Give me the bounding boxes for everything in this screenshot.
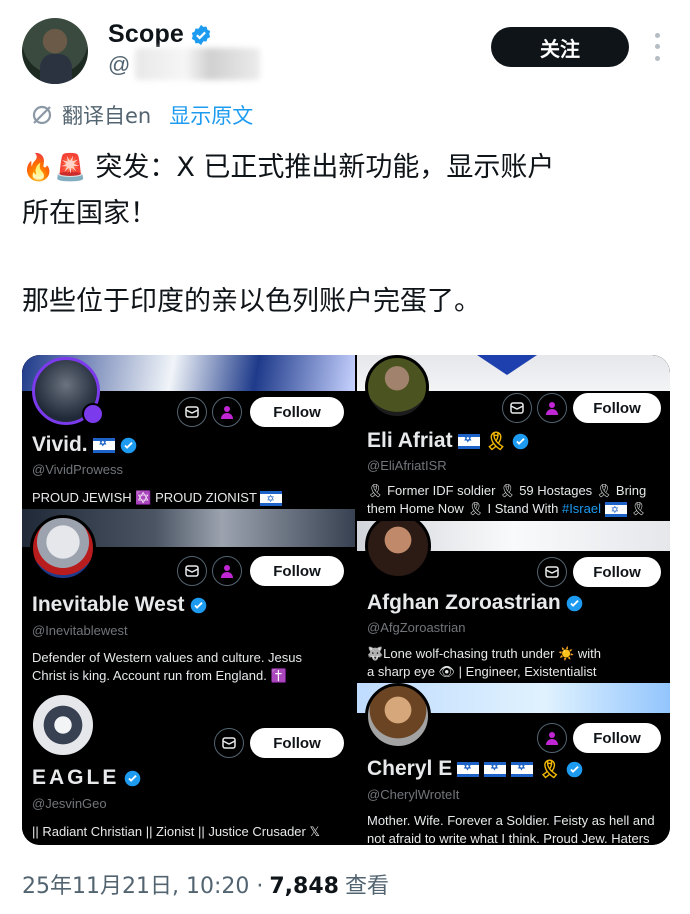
card-name-text: Vivid. (32, 433, 88, 456)
card-name-text: Eli Afriat (367, 429, 453, 452)
card-handle: @Inevitablewest (32, 623, 128, 638)
card-name: Afghan Zoroastrian (367, 591, 583, 615)
inevitable-west-avatar[interactable] (30, 515, 96, 581)
verified-badge-icon (191, 24, 211, 45)
hashtag-link[interactable]: #Israel (562, 501, 601, 516)
card-name: Vivid. (32, 433, 137, 457)
follow-cheryl-e-button[interactable]: Follow (573, 723, 661, 753)
author-avatar[interactable] (22, 18, 88, 84)
card-bio-text: them Home Now 🎗 I Stand With (367, 501, 562, 516)
profile-card-cheryl-e: Follow Cheryl E 🎗 @CherylWroteIt Mother.… (357, 683, 670, 845)
follow-eagle-button[interactable]: Follow (250, 728, 344, 758)
cheryl-e-avatar[interactable] (365, 683, 431, 749)
israel-flag-icon (511, 761, 534, 777)
card-name-text: Cheryl E (367, 757, 453, 780)
yellow-ribbon-icon: 🎗 (538, 758, 562, 779)
card-bio-text: PROUD JEWISH ✡️ PROUD ZIONIST (32, 490, 257, 505)
profile-card-inevitable-west: Follow Inevitable West @Inevitablewest D… (22, 509, 355, 684)
verified-badge-icon (566, 595, 582, 611)
israel-flag-icon (260, 491, 283, 507)
tweet-text-line-2: 所在国家！ (22, 198, 157, 229)
card-bio-line-2: them Home Now 🎗 I Stand With #Israel 🎗 (367, 500, 647, 519)
yellow-ribbon-icon: 🎗 (484, 430, 508, 451)
israel-flag-icon (457, 433, 480, 449)
verified-badge-icon (566, 761, 583, 777)
card-handle: @EliAfriatISR (367, 458, 447, 473)
subscribe-icon[interactable] (537, 393, 567, 423)
follow-afghan-zoroastrian-button[interactable]: Follow (573, 557, 661, 587)
card-bio-line-1: 🎗 Former IDF soldier 🎗 59 Hostages 🎗 Bri… (367, 483, 647, 498)
verified-badge-icon (190, 597, 206, 613)
card-bio-line-2: a sharp eye 👁 | Engineer, Existentialist (367, 664, 597, 679)
author-name-row: Scope (108, 20, 212, 49)
follow-eli-afriat-button[interactable]: Follow (573, 393, 661, 423)
verified-badge-icon (513, 433, 529, 449)
message-icon[interactable] (537, 557, 567, 587)
verified-badge-icon (125, 770, 141, 786)
card-handle: @AfgZoroastrian (367, 620, 466, 635)
card-bio-line-1: 🐺Lone wolf-chasing truth under ☀️ with (367, 646, 601, 661)
translation-row: 翻译自en 显示原文 (30, 100, 253, 130)
tweet-text-line-1: 🔥🚨 突发：X 已正式推出新功能，显示账户 (22, 150, 554, 186)
message-icon[interactable] (214, 728, 244, 758)
eagle-avatar[interactable] (30, 692, 96, 758)
message-icon[interactable] (177, 556, 207, 586)
tweet-text-1: 突发：X 已正式推出新功能，显示账户 (95, 152, 555, 183)
card-handle: @JesvinGeo (32, 796, 107, 811)
card-handle: @VividProwess (32, 462, 123, 477)
handle-redaction (135, 48, 260, 80)
card-bio-line-2: not afraid to write what I think. Proud … (367, 831, 650, 845)
card-name: Eli Afriat 🎗 (367, 429, 529, 453)
timestamp[interactable]: 25年11月21日, 10:20 · (22, 868, 263, 900)
message-icon[interactable] (502, 393, 532, 423)
tweet-text-line-3: 那些位于印度的亲以色列账户完蛋了。 (22, 286, 481, 317)
verified-badge-icon (120, 437, 136, 453)
follow-button[interactable]: 关注 (491, 27, 629, 67)
israel-flag-icon (484, 761, 507, 777)
card-bio-line-2: Christ is king. Account run from England… (32, 668, 287, 683)
card-bio-line-1: Mother. Wife. Forever a Soldier. Feisty … (367, 813, 655, 828)
card-name-text: Afghan Zoroastrian (367, 591, 561, 614)
more-options-icon[interactable] (649, 30, 665, 64)
translate-icon (32, 105, 52, 125)
israel-flag-icon (92, 437, 115, 453)
fire-siren-emoji: 🔥🚨 (22, 153, 87, 183)
profile-card-eli-afriat: Follow Eli Afriat 🎗 @EliAfriatISR 🎗 Form… (357, 355, 670, 519)
israel-flag-icon (604, 502, 627, 519)
card-bio-text: 🎗 (626, 501, 647, 516)
card-name-text: Inevitable West (32, 593, 185, 616)
message-icon[interactable] (177, 397, 207, 427)
card-bio: PROUD JEWISH ✡️ PROUD ZIONIST (32, 489, 283, 507)
follow-vivid-button[interactable]: Follow (250, 397, 344, 427)
card-name: Inevitable West (32, 593, 207, 617)
author-display-name[interactable]: Scope (108, 20, 184, 49)
translated-from-label: 翻译自en (62, 104, 152, 128)
card-name: Cheryl E 🎗 (367, 757, 583, 781)
profile-card-afghan-zoroastrian: Follow Afghan Zoroastrian @AfgZoroastria… (357, 521, 670, 681)
follow-inevitable-west-button[interactable]: Follow (250, 556, 344, 586)
profile-card-vivid: Follow Vivid. @VividProwess PROUD JEWISH… (22, 355, 355, 507)
author-handle[interactable]: @ (108, 52, 130, 78)
subscribe-icon[interactable] (212, 397, 242, 427)
profile-card-eagle: Follow EAGLE @JesvinGeo || Radiant Chris… (22, 686, 355, 845)
tweet-meta: 25年11月21日, 10:20 · 7,848 查看 (22, 868, 389, 900)
card-name-text: EAGLE (32, 766, 120, 789)
israel-flag-icon (457, 761, 480, 777)
card-name: EAGLE (32, 766, 141, 790)
afghan-zoroastrian-avatar[interactable] (365, 521, 431, 579)
subscribe-icon[interactable] (212, 556, 242, 586)
view-count: 7,848 (269, 874, 339, 899)
eli-afriat-avatar[interactable] (365, 355, 429, 419)
card-bio-line-1: Defender of Western values and culture. … (32, 650, 303, 665)
profile-cards-image[interactable]: Follow Vivid. @VividProwess PROUD JEWISH… (22, 355, 670, 845)
views-label: 查看 (344, 874, 389, 899)
show-original-link[interactable]: 显示原文 (169, 100, 253, 130)
card-handle: @CherylWroteIt (367, 787, 460, 802)
card-bio-line-1: || Radiant Christian || Zionist || Justi… (32, 824, 320, 839)
subscribe-icon[interactable] (537, 723, 567, 753)
